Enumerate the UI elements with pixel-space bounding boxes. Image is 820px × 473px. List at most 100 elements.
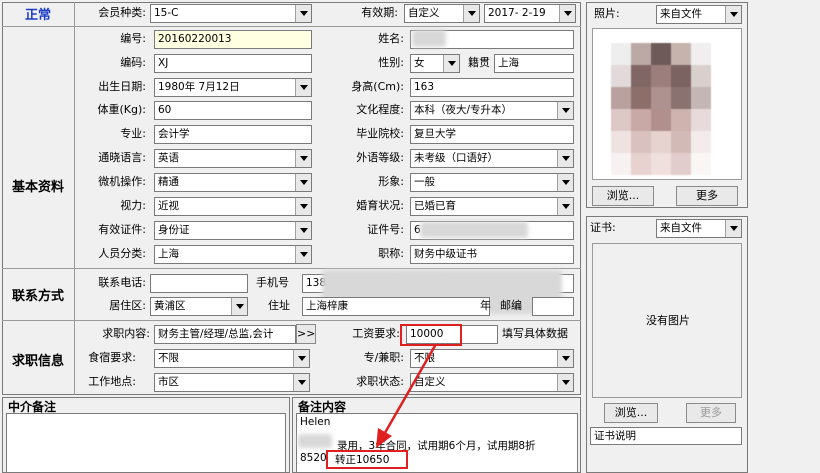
row-divider: [2, 320, 581, 321]
vision-label: 视力:: [120, 199, 146, 212]
birth-value: 1980年 7月12日: [158, 81, 240, 93]
id-doc-value: 身份证: [158, 224, 190, 236]
chevron-down-icon[interactable]: [293, 374, 309, 391]
code-field[interactable]: XJ: [154, 54, 312, 73]
category-select[interactable]: 上海: [154, 245, 312, 264]
chevron-down-icon[interactable]: [295, 174, 311, 191]
photo-more-button[interactable]: 更多: [676, 186, 738, 206]
height-field[interactable]: 163: [410, 78, 574, 97]
chevron-down-icon[interactable]: [295, 79, 311, 96]
lang-level-value: 未考级（口语好）: [414, 152, 498, 164]
certificate-source-select[interactable]: 来自文件: [656, 219, 742, 238]
certificate-more-button[interactable]: 更多: [686, 403, 736, 423]
major-field[interactable]: 会计学: [154, 125, 312, 144]
certificate-desc-field[interactable]: 证书说明: [590, 427, 742, 445]
chevron-down-icon[interactable]: [443, 55, 459, 72]
chevron-down-icon[interactable]: [231, 298, 247, 315]
name-redacted: [412, 30, 446, 47]
school-label: 毕业院校:: [356, 127, 404, 140]
certificate-browse-button[interactable]: 浏览...: [604, 403, 658, 423]
photo-source-select[interactable]: 来自文件: [656, 5, 742, 24]
id-field[interactable]: 20160220013: [154, 30, 312, 49]
district-select[interactable]: 黄浦区: [150, 297, 248, 316]
native-field[interactable]: 上海: [494, 54, 574, 73]
id-doc-select[interactable]: 身份证: [154, 221, 312, 240]
computer-value: 精通: [158, 176, 179, 188]
postcode-field[interactable]: [532, 297, 574, 316]
marital-label: 婚育状况:: [356, 199, 404, 212]
certificate-label: 证书:: [590, 221, 616, 234]
image-select[interactable]: 一般: [410, 173, 574, 192]
status-label: 正常: [24, 8, 51, 23]
chevron-down-icon[interactable]: [557, 150, 573, 167]
location-select[interactable]: 市区: [154, 373, 310, 392]
validity-select[interactable]: 自定义: [404, 4, 480, 23]
native-label: 籍贯: [468, 56, 490, 69]
lang-level-select[interactable]: 未考级（口语好）: [410, 149, 574, 168]
title-label: 职称:: [378, 247, 404, 260]
chevron-down-icon[interactable]: [463, 5, 479, 22]
vision-select[interactable]: 近视: [154, 197, 312, 216]
position-more-button[interactable]: >>: [296, 324, 316, 344]
marital-select[interactable]: 已婚已育: [410, 197, 574, 216]
computer-select[interactable]: 精通: [154, 173, 312, 192]
agent-note-textarea[interactable]: [6, 413, 286, 473]
name-label: 姓名:: [378, 32, 404, 45]
chevron-down-icon[interactable]: [557, 374, 573, 391]
image-value: 一般: [414, 176, 435, 188]
height-label: 身高(Cm):: [351, 80, 404, 93]
position-field[interactable]: 财务主管/经理/总监,会计: [154, 325, 296, 344]
chevron-down-icon[interactable]: [557, 198, 573, 215]
chevron-down-icon[interactable]: [295, 5, 311, 22]
education-select[interactable]: 本科（夜大/专升本）: [410, 101, 574, 120]
cert-no-label: 证件号:: [367, 223, 404, 236]
location-label: 工作地点:: [88, 375, 136, 388]
chevron-down-icon[interactable]: [295, 246, 311, 263]
major-label: 专业:: [120, 127, 146, 140]
chevron-down-icon[interactable]: [725, 220, 741, 237]
address-suffix: 年: [480, 299, 491, 312]
address-field[interactable]: 上海梓康: [302, 297, 490, 316]
weight-field[interactable]: 60: [154, 101, 312, 120]
note-highlight: [326, 450, 408, 469]
lang-level-label: 外语等级:: [356, 151, 404, 164]
birth-date-picker[interactable]: 1980年 7月12日: [154, 78, 312, 97]
lodging-select[interactable]: 不限: [154, 349, 310, 368]
validity-label: 有效期:: [361, 6, 398, 19]
note-redacted: [298, 434, 332, 448]
language-value: 英语: [158, 152, 179, 164]
chevron-down-icon[interactable]: [557, 174, 573, 191]
id-label: 编号:: [120, 32, 146, 45]
section-basic-title: 基本资料: [11, 180, 64, 195]
photo-browse-button[interactable]: 浏览...: [592, 186, 654, 206]
chevron-down-icon[interactable]: [559, 5, 575, 22]
title-field[interactable]: 财务中级证书: [410, 245, 574, 264]
member-type-select[interactable]: 15-C: [150, 4, 312, 23]
marital-value: 已婚已育: [414, 200, 456, 212]
category-label: 人员分类:: [98, 247, 146, 260]
chevron-down-icon[interactable]: [557, 350, 573, 367]
note-line-3-prefix: 8520: [300, 452, 327, 464]
chevron-down-icon[interactable]: [725, 6, 741, 23]
row-divider: [2, 26, 581, 27]
salary-hint: 填写具体数据: [502, 327, 568, 340]
phone-field[interactable]: [150, 274, 248, 293]
chevron-down-icon[interactable]: [293, 350, 309, 367]
validity-date-picker[interactable]: 2017- 2-19: [484, 4, 576, 23]
photo-label: 照片:: [594, 7, 620, 20]
image-label: 形象:: [378, 175, 404, 188]
chevron-down-icon[interactable]: [295, 198, 311, 215]
chevron-down-icon[interactable]: [295, 150, 311, 167]
language-label: 通晓语言:: [98, 151, 146, 164]
section-contact-title: 联系方式: [11, 289, 64, 304]
validity-value: 自定义: [408, 7, 440, 19]
language-select[interactable]: 英语: [154, 149, 312, 168]
school-field[interactable]: 复旦大学: [410, 125, 574, 144]
computer-label: 微机操作:: [98, 175, 146, 188]
certificate-source-value: 来自文件: [660, 222, 702, 234]
chevron-down-icon[interactable]: [557, 102, 573, 119]
gender-select[interactable]: 女: [410, 54, 460, 73]
lodging-value: 不限: [158, 352, 179, 364]
district-label: 居住区:: [109, 299, 146, 312]
chevron-down-icon[interactable]: [295, 222, 311, 239]
